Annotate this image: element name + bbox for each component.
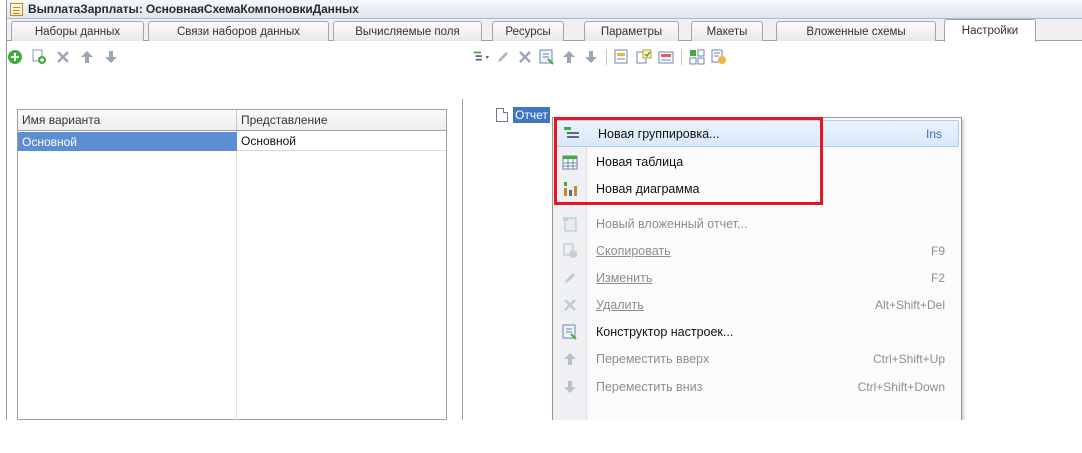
copy-icon [561, 242, 579, 260]
arrow-down-icon[interactable] [582, 48, 600, 66]
current-element-icon[interactable] [613, 48, 631, 66]
menu-item-copy[interactable]: Скопировать F9 [553, 237, 961, 264]
arrow-up-icon [561, 350, 579, 368]
tree-node-report[interactable]: Отчет [496, 107, 550, 123]
variant-name-cell[interactable]: Основной [18, 132, 237, 151]
menu-item-shortcut: Ins [925, 126, 942, 141]
menu-item-delete[interactable]: Удалить Alt+Shift+Del [553, 291, 961, 318]
menu-item-label: Скопировать [596, 244, 671, 258]
menu-item-label: Удалить [596, 298, 644, 312]
tree-node-label: Отчет [513, 107, 550, 123]
menu-item-shortcut: Ctrl+Shift+Down [857, 379, 945, 394]
menu-item-shortcut: F9 [930, 243, 945, 258]
settings-wizard-icon[interactable] [538, 48, 556, 66]
menu-item-label: Переместить вниз [596, 379, 703, 394]
add-grouping-dropdown-icon[interactable] [472, 48, 490, 66]
arrow-up-icon[interactable] [78, 48, 96, 66]
variants-toolbar [6, 44, 120, 70]
tab-resources[interactable]: Ресурсы [492, 21, 564, 41]
column-divider [236, 151, 237, 420]
menu-item-label-text: Удалить [596, 297, 644, 312]
copy-icon[interactable] [30, 48, 48, 66]
tab-settings[interactable]: Настройки [944, 19, 1036, 42]
menu-item-label-text: Скопировать [596, 243, 671, 258]
delete-icon[interactable] [54, 48, 72, 66]
tab-templates[interactable]: Макеты [691, 21, 763, 41]
menu-item-label: Изменить [596, 271, 652, 285]
add-icon[interactable] [6, 48, 24, 66]
structure-settings-icon[interactable] [635, 48, 653, 66]
menu-item-edit[interactable]: Изменить F2 [553, 264, 961, 291]
delete-icon[interactable] [516, 48, 534, 66]
menu-item-label-text: Изменить [596, 270, 653, 285]
highlight-annotation-box [554, 117, 823, 205]
window-titlebar: ВыплатаЗарплаты: ОсновнаяСхемаКомпоновки… [7, 0, 1082, 19]
form-icon [10, 2, 23, 16]
variants-table-header: Имя варианта Представление [17, 109, 447, 131]
arrow-down-icon[interactable] [102, 48, 120, 66]
tab-nested-schemas[interactable]: Вложенные схемы [776, 21, 936, 41]
tab-datasets[interactable]: Наборы данных [11, 21, 144, 41]
table-row[interactable]: Основной Основной [18, 132, 446, 151]
menu-item-new-nested-report[interactable]: Новый вложенный отчет... [553, 210, 961, 237]
presentation-cell[interactable]: Основной [237, 132, 446, 151]
report-icon [496, 108, 508, 122]
menu-item-shortcut: Ctrl+Shift+Up [872, 351, 945, 366]
menu-item-label: Новый вложенный отчет... [596, 216, 748, 231]
tab-parameters[interactable]: Параметры [584, 21, 679, 41]
variants-table [17, 109, 447, 420]
toolbar-separator [606, 49, 607, 65]
menu-item-settings-wizard[interactable]: Конструктор настроек... [553, 318, 961, 345]
window-title: ВыплатаЗарплаты: ОсновнаяСхемаКомпоновки… [28, 2, 359, 16]
arrow-down-icon [561, 378, 579, 396]
settings-wizard-icon [561, 323, 579, 341]
structure-toolbar [472, 44, 728, 70]
delete-icon [561, 296, 579, 314]
menu-item-label: Переместить вверх [596, 351, 710, 366]
toolbar-separator [681, 49, 682, 65]
tab-calculated-fields[interactable]: Вычисляемые поля [333, 21, 482, 41]
menu-item-shortcut: Alt+Shift+Del [874, 297, 945, 312]
column-header-presentation[interactable]: Представление [237, 110, 328, 130]
menu-item-label: Конструктор настроек... [596, 324, 734, 339]
report-settings-icon[interactable] [657, 48, 675, 66]
edit-icon[interactable] [494, 48, 512, 66]
nested-report-icon [561, 215, 579, 233]
user-fields-icon[interactable] [710, 48, 728, 66]
output-parameters-icon[interactable] [688, 48, 706, 66]
tab-bar: Наборы данных Связи наборов данных Вычис… [7, 19, 1082, 42]
tab-dataset-links[interactable]: Связи наборов данных [148, 21, 329, 41]
bottom-blank-area [6, 420, 1082, 453]
arrow-up-icon[interactable] [560, 48, 578, 66]
menu-item-move-up[interactable]: Переместить вверх Ctrl+Shift+Up [553, 345, 961, 372]
menu-item-shortcut: F2 [930, 270, 945, 285]
column-header-variant-name[interactable]: Имя варианта [18, 110, 237, 130]
edit-icon [561, 269, 579, 287]
menu-item-move-down[interactable]: Переместить вниз Ctrl+Shift+Down [553, 373, 961, 400]
